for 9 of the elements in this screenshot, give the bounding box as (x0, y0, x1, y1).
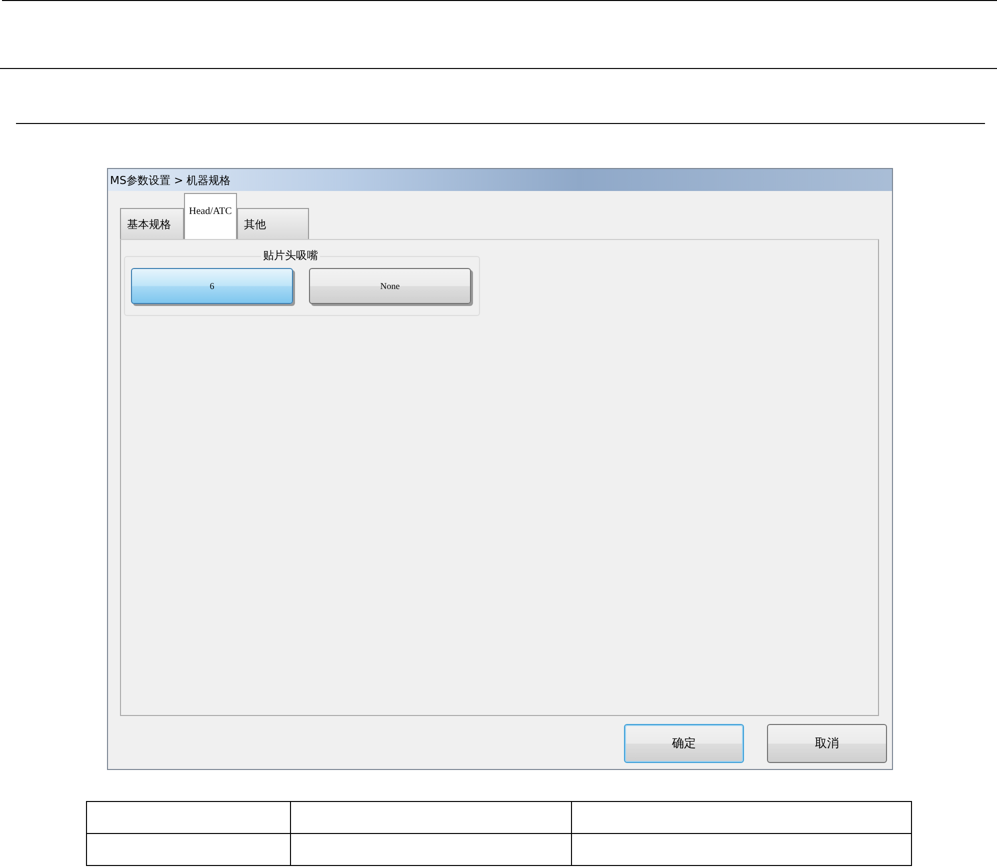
tab[interactable]: 其他 (236, 208, 309, 239)
ok-button[interactable]: 确定 (624, 724, 744, 763)
nozzle-option-button[interactable]: 6 (131, 268, 293, 304)
window-title: MS参数设置 > 机器规格 (110, 172, 231, 188)
tab[interactable]: Head/ATC (184, 193, 237, 239)
tab[interactable]: 基本规格 (120, 208, 184, 239)
nozzle-option-button[interactable]: None (309, 268, 471, 304)
group-title: 贴片头吸嘴 (261, 248, 320, 263)
cancel-button[interactable]: 取消 (767, 724, 887, 763)
